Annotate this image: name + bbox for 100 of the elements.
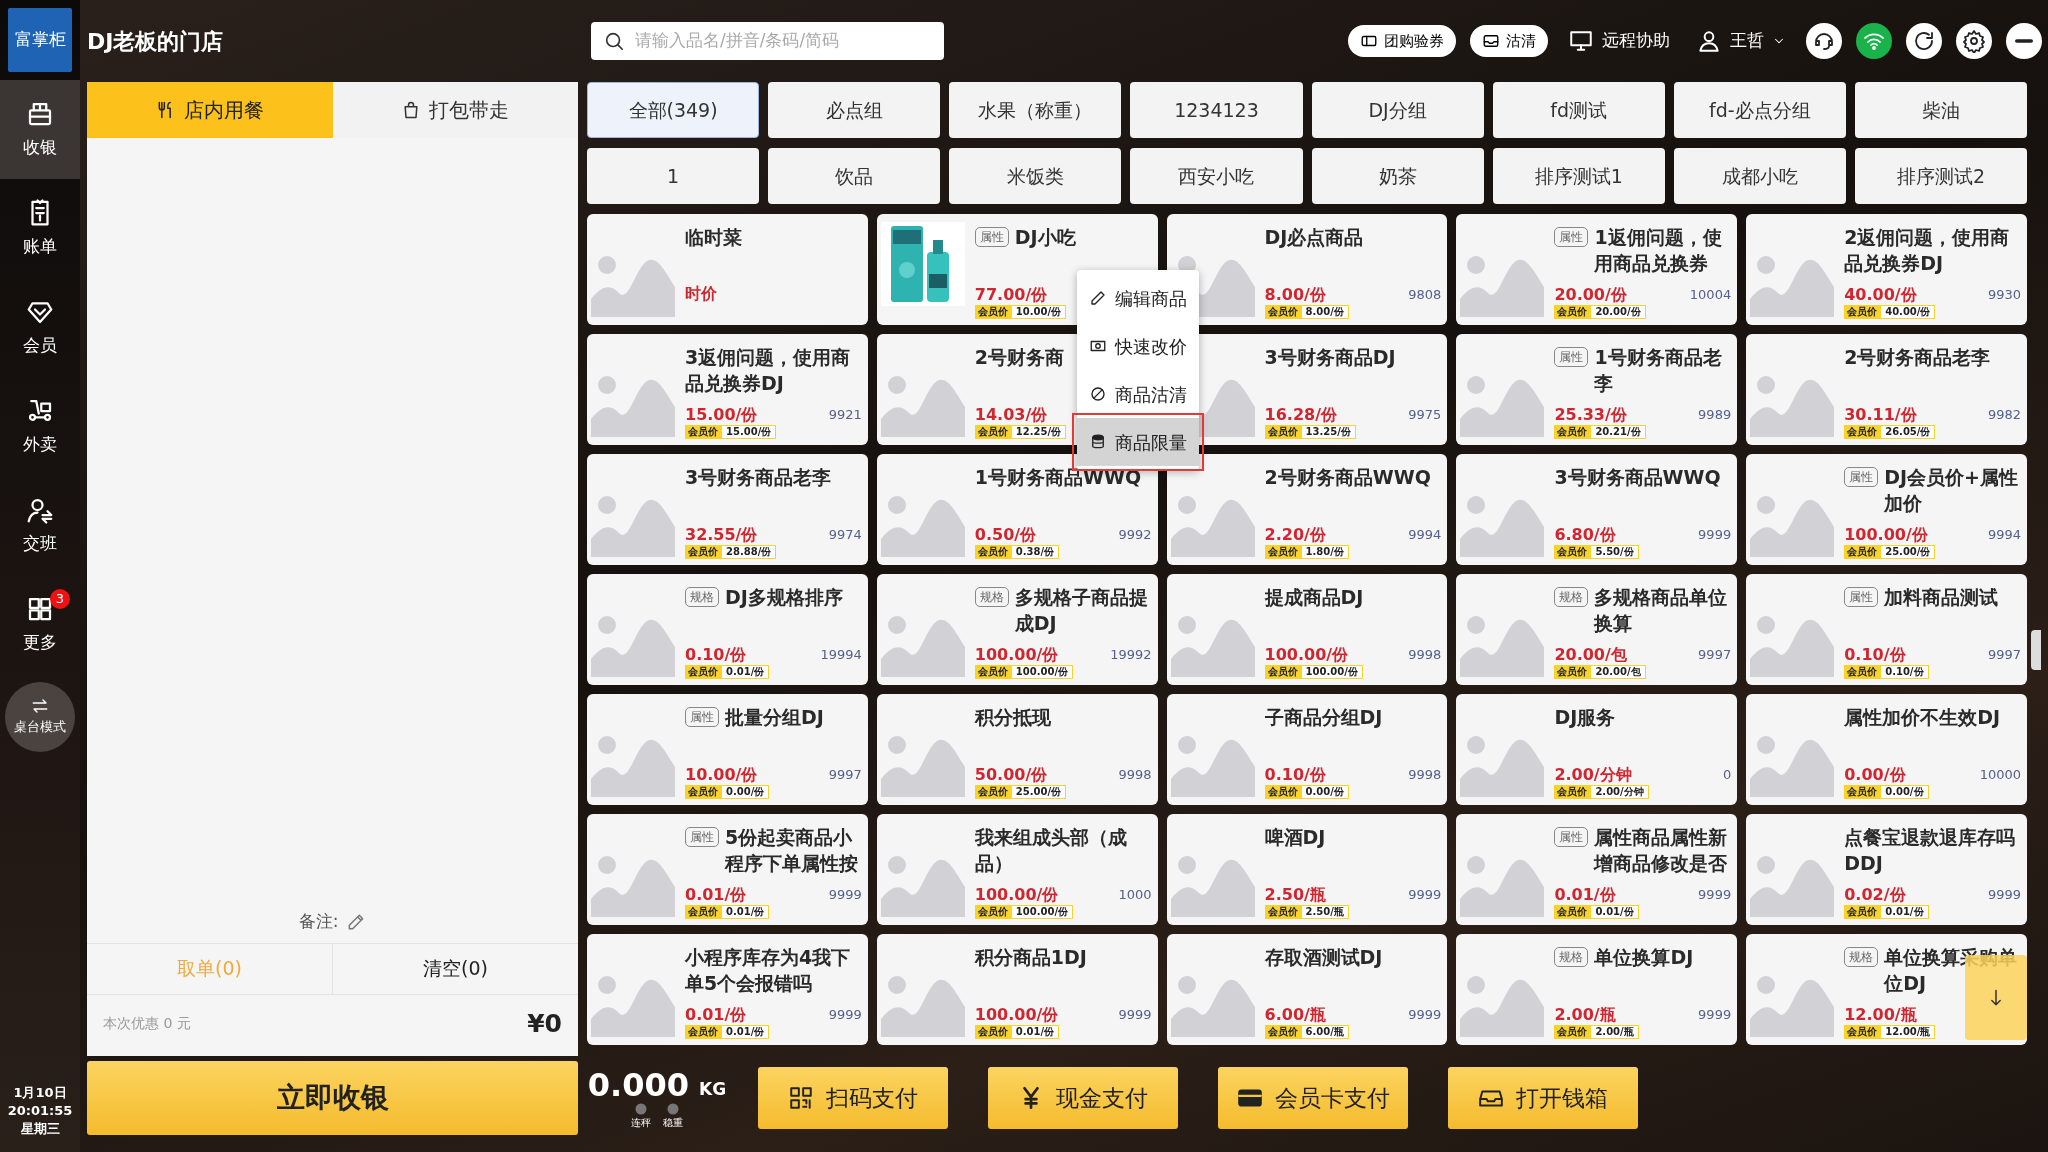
database-icon [1089,433,1107,451]
product-card[interactable]: 3号财务商品WWQ 6.80/份 9999 会员价 5.50/份 [1456,454,1738,565]
product-card[interactable]: 属性 批量分组DJ 10.00/份 9997 会员价 0.00/份 [587,694,868,805]
product-tag: 属性 [1844,587,1879,607]
remote-assist-button[interactable]: 远程协助 [1562,27,1676,55]
stock-count: 9921 [828,405,862,424]
product-name: DJ会员价+属性加价 [1884,465,2019,516]
product-card[interactable]: 子商品分组DJ 0.10/份 9998 会员价 0.00/份 [1166,694,1448,805]
support-button[interactable] [1806,23,1842,59]
nav-item[interactable]: 交班 [0,476,80,575]
category-tab[interactable]: 饮品 [768,148,941,204]
product-card[interactable]: 2号财务商品WWQ 2.20/份 9994 会员价 1.80/份 [1166,454,1448,565]
product-card[interactable]: 2返佣问题，使用商品兑换券DJ 40.00/份 9930 会员价 40.00/份 [1746,214,2027,325]
payment-button[interactable]: 会员卡支付 [1218,1067,1408,1129]
product-card[interactable]: 3返佣问题，使用商品兑换券DJ 15.00/份 9921 会员价 15.00/份 [587,334,868,445]
product-name: 3号财务商品老李 [685,465,832,490]
product-card[interactable]: 2号财务商品老李 30.11/份 9982 会员价 26.05/份 [1746,334,2027,445]
category-tab[interactable]: 全部(349) [587,82,760,138]
payment-button[interactable]: 扫码支付 [758,1067,948,1129]
category-tab[interactable]: 排序测试2 [1854,148,2027,204]
product-card[interactable]: 属性 1返佣问题，使用商品兑换券 20.00/份 10004 会员价 20.00/份 [1456,214,1738,325]
product-card[interactable]: 属性 属性商品属性新增商品修改是否 0.01/份 9999 会员价 0.01/份 [1456,814,1738,925]
product-card[interactable]: 积分商品1DJ 100.00/份 9999 会员价 0.01/份 [876,934,1158,1045]
product-tag: 属性 [685,827,719,847]
product-card[interactable]: 提成商品DJ 100.00/份 9998 会员价 100.00/份 [1166,574,1448,685]
settings-button[interactable] [1956,23,1992,59]
product-card[interactable]: 小程序库存为4我下单5个会报错吗 0.01/份 9999 会员价 0.01/份 [587,934,868,1045]
product-card[interactable]: DJ服务 2.00/分钟 0 会员价 2.00/分钟 [1456,694,1738,805]
category-tab[interactable]: 1 [587,148,760,204]
member-price-label: 会员价 [1264,305,1301,319]
checkout-button[interactable]: 立即收银 [87,1061,578,1135]
product-card[interactable]: 属性加价不生效DJ 0.00/份 10000 会员价 0.00/份 [1746,694,2027,805]
product-card[interactable]: 点餐宝退款退库存吗DDJ 0.02/份 9999 会员价 0.01/份 [1746,814,2027,925]
member-price: 2.00/分钟 [1590,785,1649,799]
payment-button[interactable]: 现金支付 [988,1067,1178,1129]
stock-count: 10004 [1689,285,1732,304]
product-card[interactable]: 属性 1号财务商品老李 25.33/份 9989 会员价 20.21/份 [1456,334,1738,445]
side-handle[interactable] [2031,630,2041,670]
stock-count: 9808 [1408,285,1442,304]
category-tab[interactable]: DJ分组 [1311,82,1484,138]
product-price: 2.20/份 [1264,525,1326,544]
order-type-tab[interactable]: 店内用餐 [87,82,333,138]
search-field[interactable]: 请输入品名/拼音/条码/简码 [591,22,944,60]
product-name: 2号财务商 [974,345,1065,370]
category-tab[interactable]: 排序测试1 [1492,148,1665,204]
toolbar-button[interactable]: 团购验券 [1348,25,1456,57]
payment-button[interactable]: 打开钱箱 [1448,1067,1638,1129]
refresh-button[interactable] [1906,23,1942,59]
category-tab[interactable]: 成都小吃 [1673,148,1846,204]
product-card[interactable]: 属性 DJ会员价+属性加价 100.00/份 9994 会员价 25.00/份 [1746,454,2027,565]
product-price: 0.01/份 [685,1005,747,1024]
product-price: 30.11/份 [1844,405,1917,424]
menu-item[interactable]: 商品沽清 [1077,370,1199,418]
product-card[interactable]: 规格 DJ多规格排序 0.10/份 19994 会员价 0.01/份 [587,574,868,685]
category-tab[interactable]: 米饭类 [949,148,1122,204]
product-card[interactable]: 积分抵现 50.00/份 9998 会员价 25.00/份 [876,694,1158,805]
product-card[interactable]: 属性 5份起卖商品小程序下单属性按 0.01/份 9999 会员价 0.01/份 [587,814,868,925]
product-card[interactable]: 临时菜 时价 [587,214,868,325]
product-card[interactable]: 3号财务商品老李 32.55/份 9974 会员价 28.88/份 [587,454,868,565]
category-tab[interactable]: 1234123 [1130,82,1303,138]
product-tag: 属性 [1554,827,1589,847]
stock-count: 9999 [1698,525,1732,544]
product-tag: 属性 [974,227,1009,247]
product-price: 100.00/份 [974,885,1059,904]
nav-item[interactable]: 外卖 [0,377,80,476]
product-card[interactable]: 规格 多规格商品单位换算 20.00/包 9997 会员价 20.00/包 [1456,574,1738,685]
nav-item[interactable]: 会员 [0,278,80,377]
product-card[interactable]: 我来组成头部（成品） 100.00/份 1000 会员价 100.00/份 [876,814,1158,925]
product-card[interactable]: 规格 单位换算DJ 2.00/瓶 9999 会员价 2.00/瓶 [1456,934,1738,1045]
mode-switch-button[interactable]: 桌台模式 [5,682,75,752]
menu-item[interactable]: 编辑商品 [1077,274,1199,322]
category-tab[interactable]: 柴油 [1854,82,2027,138]
product-name: 多规格子商品提成DJ [1014,585,1149,636]
clear-order-button[interactable]: 清空(0) [333,943,578,994]
category-tab[interactable]: 奶茶 [1311,148,1484,204]
category-tab[interactable]: 西安小吃 [1130,148,1303,204]
category-tab[interactable]: 水果（称重） [949,82,1122,138]
nav-item[interactable]: 更多 3 [0,575,80,674]
product-card[interactable]: 属性 加料商品测试 0.10/份 9997 会员价 0.10/份 [1746,574,2027,685]
member-price-label: 会员价 [974,305,1011,319]
menu-item[interactable]: 快速改价 [1077,322,1199,370]
indicator-label: 稳重 [663,1115,683,1130]
toolbar-button[interactable]: 沽清 [1470,25,1548,57]
stock-count: 9992 [1118,525,1152,544]
user-menu[interactable]: 王哲 [1690,27,1792,55]
category-tab[interactable]: fd-必点分组 [1673,82,1846,138]
product-card[interactable]: 规格 多规格子商品提成DJ 100.00/份 19992 会员价 100.00/份 [876,574,1158,685]
product-price: 32.55/份 [685,525,758,544]
remark-label: 备注: [298,910,339,933]
nav-item[interactable]: 账单 [0,179,80,278]
indicator-label: 连秤 [631,1115,651,1130]
minimize-button[interactable] [2006,23,2042,59]
member-price-label: 会员价 [1554,785,1591,799]
nav-item[interactable]: 收银 [0,80,80,179]
member-price-label: 会员价 [685,905,721,919]
wifi-button[interactable] [1856,23,1892,59]
category-tab[interactable]: fd测试 [1492,82,1665,138]
product-card[interactable]: 存取酒测试DJ 6.00/瓶 9999 会员价 6.00/瓶 [1166,934,1448,1045]
product-card[interactable]: 啤酒DJ 2.50/瓶 9999 会员价 2.50/瓶 [1166,814,1448,925]
category-tab[interactable]: 必点组 [768,82,941,138]
